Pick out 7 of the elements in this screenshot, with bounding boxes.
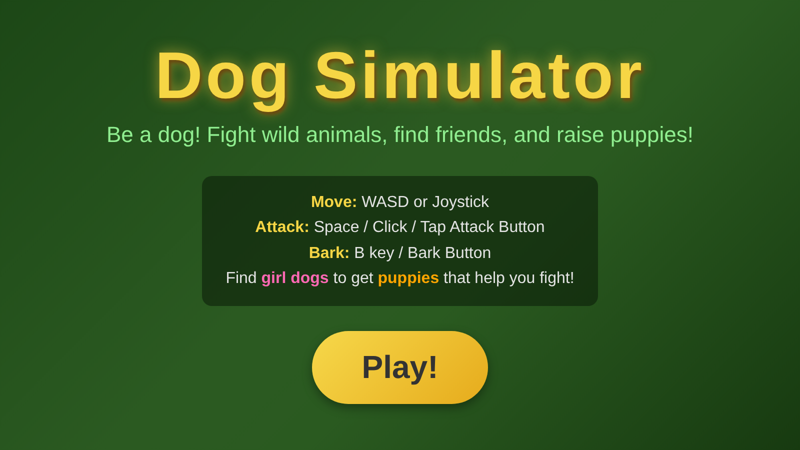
game-title: Dog Simulator: [154, 38, 645, 114]
instruction-line: Find girl dogs to get puppies that help you fight!: [226, 269, 574, 290]
instruction-line: Attack: Space / Click / Tap Attack Button: [255, 218, 545, 238]
instruction-line: Move: WASD or Joystick: [310, 192, 490, 213]
tagline: Be a dog! Fight wild animals, find friends, and raise puppies!: [106, 122, 694, 148]
play-button[interactable]: Play!: [312, 330, 488, 404]
instruction-line: Bark: B key / Bark Button: [308, 244, 492, 264]
